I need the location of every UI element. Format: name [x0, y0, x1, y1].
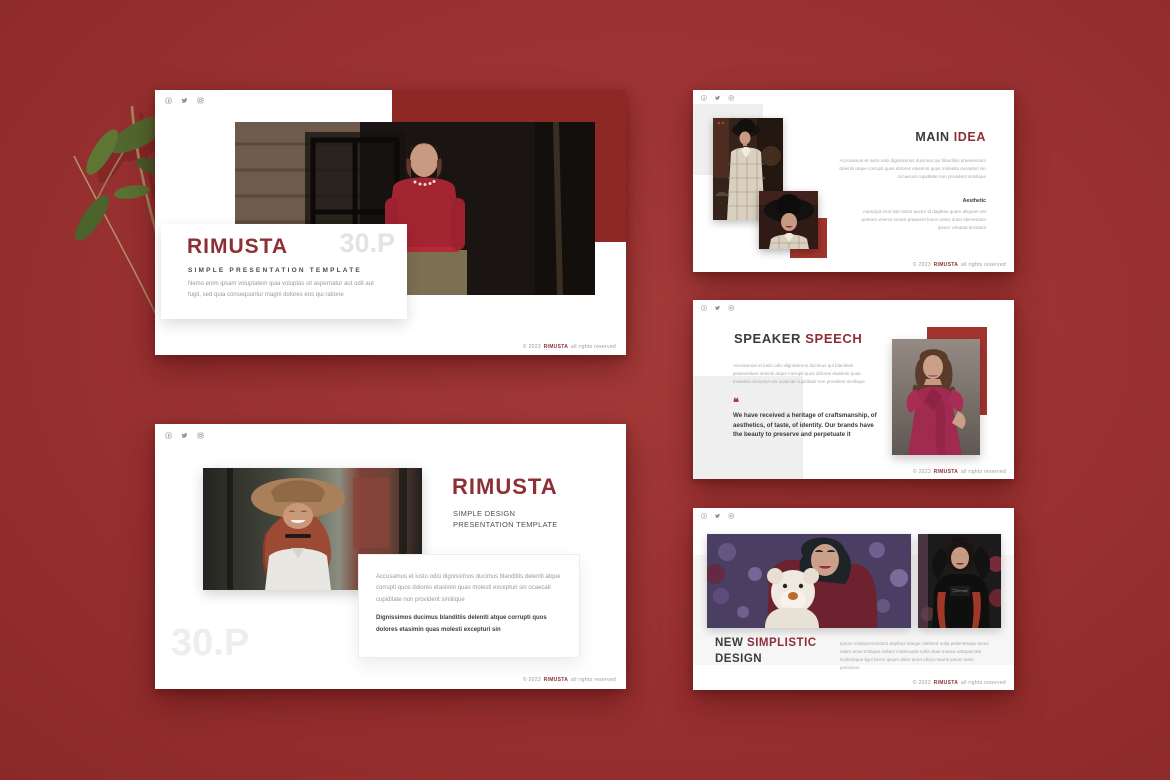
slide-footer: © 2023 RIMUSTA all rights reserved — [913, 262, 1006, 268]
instagram-icon — [728, 513, 734, 519]
speaker-body-text: Accusamus et iusto odio dignissimos duci… — [733, 362, 865, 385]
facebook-icon — [701, 513, 707, 519]
facebook-icon — [165, 97, 172, 104]
new-simplistic-photo-large-illustration — [707, 534, 911, 628]
cover-subtitle: SIMPLE PRESENTATION TEMPLATE — [188, 267, 362, 274]
design-intro-title: RIMUSTA — [452, 474, 558, 500]
footer-rights: all rights reserved — [961, 680, 1006, 686]
footer-copyright: © 2023 — [913, 469, 931, 475]
twitter-icon — [181, 432, 188, 439]
footer-rights: all rights reserved — [961, 262, 1006, 268]
slide-new-simplistic: NEW SIMPLISTIC DESIGN Ipsum volutpat tin… — [693, 508, 1014, 690]
cover-social-icons — [165, 97, 204, 104]
speaker-title-red: SPEECH — [805, 331, 862, 346]
slide-footer: © 2023 RIMUSTA all rights reserved — [523, 677, 616, 683]
new-simplistic-title-dark2: DESIGN — [715, 653, 762, 665]
facebook-icon — [701, 95, 707, 101]
footer-copyright: © 2023 — [913, 262, 931, 268]
design-intro-bold-text: Dignissimos ducimus blanditiis deleniti … — [376, 613, 562, 636]
new-simplistic-photo-small-illustration — [918, 534, 1001, 628]
slide-footer: © 2023 RIMUSTA all rights reserved — [913, 680, 1006, 686]
instagram-icon — [197, 97, 204, 104]
main-idea-title: MAIN IDEA — [915, 130, 986, 144]
speaker-photo-illustration — [892, 339, 980, 455]
quote-icon: ❝ — [733, 396, 739, 409]
footer-rights: all rights reserved — [571, 677, 616, 683]
footer-brand: RIMUSTA — [934, 680, 959, 686]
cover-text-card: RIMUSTA 30.P SIMPLE PRESENTATION TEMPLAT… — [161, 224, 407, 319]
main-idea-title-red: IDEA — [954, 130, 986, 144]
main-idea-body-text: Accusamus et iusto odio dignissimos duci… — [834, 157, 986, 180]
footer-brand: RIMUSTA — [934, 469, 959, 475]
new-simplistic-title: NEW SIMPLISTIC DESIGN — [715, 636, 817, 667]
design-intro-body-text: Accusamus et iusto odio dignissimos duci… — [376, 572, 562, 606]
new-simplistic-photo-small — [918, 534, 1001, 628]
speaker-quote: We have received a heritage of craftsman… — [733, 411, 881, 440]
instagram-icon — [728, 305, 734, 311]
instagram-icon — [197, 432, 204, 439]
new-simplistic-title-red: SIMPLISTIC — [747, 637, 817, 649]
new-simplistic-title-dark1: NEW — [715, 637, 743, 649]
design-intro-social-icons — [165, 432, 204, 439]
cover-body-text: Nemo enim ipsam voluptatem quia voluptas… — [188, 279, 383, 302]
main-idea-social-icons — [701, 95, 734, 101]
mockup-canvas: { "colors": { "background": "#993131", "… — [0, 0, 1170, 780]
main-idea-photo-small-illustration — [759, 191, 818, 249]
slide-footer: © 2023 RIMUSTA all rights reserved — [523, 344, 616, 350]
slide-speaker-speech: SPEAKER SPEECH Accusamus et iusto odio d… — [693, 300, 1014, 479]
footer-brand: RIMUSTA — [544, 677, 569, 683]
main-idea-subheading-body: Asuscipit eros iste netus auctor id dapi… — [851, 208, 986, 231]
speaker-title: SPEAKER SPEECH — [734, 331, 862, 346]
new-simplistic-social-icons — [701, 513, 734, 519]
main-idea-photo-small — [759, 191, 818, 249]
cover-title: RIMUSTA — [187, 235, 288, 259]
main-idea-subheading: Aesthetic — [963, 198, 986, 204]
footer-copyright: © 2023 — [523, 344, 541, 350]
facebook-icon — [701, 305, 707, 311]
footer-copyright: © 2023 — [523, 677, 541, 683]
main-idea-title-dark: MAIN — [915, 130, 949, 144]
new-simplistic-photo-large — [707, 534, 911, 628]
footer-brand: RIMUSTA — [934, 262, 959, 268]
slide-footer: © 2023 RIMUSTA all rights reserved — [913, 469, 1006, 475]
speaker-social-icons — [701, 305, 734, 311]
instagram-icon — [728, 95, 734, 101]
design-intro-watermark: 30.P — [171, 622, 249, 665]
twitter-icon — [715, 513, 721, 519]
speaker-title-dark: SPEAKER — [734, 331, 801, 346]
speaker-photo — [892, 339, 980, 455]
twitter-icon — [715, 95, 721, 101]
footer-brand: RIMUSTA — [544, 344, 569, 350]
slide-main-idea: MAIN IDEA Accusamus et iusto odio dignis… — [693, 90, 1014, 272]
design-intro-text-card: Accusamus et iusto odio dignissimos duci… — [358, 554, 580, 658]
twitter-icon — [181, 97, 188, 104]
footer-copyright: © 2023 — [913, 680, 931, 686]
cover-watermark: 30.P — [339, 228, 395, 259]
design-intro-subtitle: SIMPLE DESIGN PRESENTATION TEMPLATE — [453, 508, 573, 531]
footer-rights: all rights reserved — [571, 344, 616, 350]
slide-cover: RIMUSTA 30.P SIMPLE PRESENTATION TEMPLAT… — [155, 90, 626, 355]
twitter-icon — [715, 305, 721, 311]
footer-rights: all rights reserved — [961, 469, 1006, 475]
facebook-icon — [165, 432, 172, 439]
new-simplistic-body-text: Ipsum volutpat tincidunt dapibus integer… — [840, 640, 992, 672]
slide-design-intro: 30.P RIMUSTA SI — [155, 424, 626, 689]
